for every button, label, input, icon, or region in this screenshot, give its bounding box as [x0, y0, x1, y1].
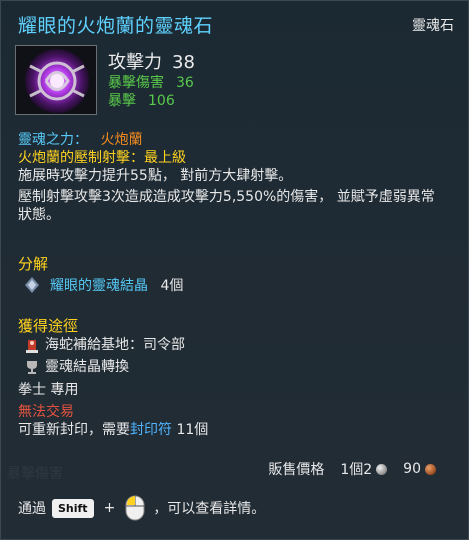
decompose-item-count: 4個 [160, 278, 184, 294]
sell-price-amount-1: 1個2 [340, 462, 373, 478]
reseal-count: 11個 [172, 422, 209, 438]
soul-desc-1: 施展時攻擊力提升55點， 對前方大肆射擊。 [18, 168, 293, 184]
class-restriction: 拳士 專用 [18, 382, 79, 398]
crit-damage-stat: 暴擊傷害 36 [108, 72, 194, 92]
sell-price-label: 販售價格 [268, 462, 325, 478]
acquire-title: 獲得途徑 [18, 317, 79, 335]
soul-desc-3: 狀態。 [18, 207, 60, 223]
background-ghost-text: 暴擊傷害 [7, 466, 63, 482]
item-type-label: 靈魂石 [412, 18, 454, 34]
soul-crystal-icon [23, 276, 41, 294]
soul-skill-line: 火炮蘭的壓制射擊：最上級 [18, 150, 186, 166]
soul-power-line: 靈魂之力： 火炮蘭 [18, 131, 142, 149]
reseal-line: 可重新封印，需要封印符 11個 [18, 421, 208, 439]
item-title: 耀眼的火炮蘭的靈魂石 [18, 15, 214, 37]
soul-power-label: 靈魂之力： [18, 132, 88, 148]
sell-price: 販售價格 1個2 90 [268, 459, 436, 479]
attack-value: 38 [172, 52, 195, 73]
hint-plus: + [103, 500, 116, 516]
trade-restriction: 無法交易 [18, 404, 74, 420]
mouse-icon [125, 495, 145, 521]
seal-charm-link[interactable]: 封印符 [130, 422, 172, 438]
copper-coin-icon [425, 463, 436, 475]
silver-coin-icon [376, 463, 388, 475]
tooltip-header: 耀眼的火炮蘭的靈魂石 靈魂石 [1, 1, 468, 37]
soul-power-name: 火炮蘭 [100, 132, 143, 148]
attack-label: 攻擊力 [108, 52, 162, 73]
hint-prefix: 通過 [18, 501, 46, 517]
crit-damage-value: 36 [176, 75, 194, 91]
decompose-item-name[interactable]: 耀眼的靈魂結晶 [50, 278, 148, 294]
crit-stat: 暴擊 106 [108, 90, 175, 110]
reseal-prefix: 可重新封印，需要 [18, 422, 130, 438]
soul-desc-2: 壓制射擊攻擊3次造成造成攻擊力5,550%的傷害， 並賦予虛弱異常 [18, 189, 435, 205]
hint-suffix: ，可以查看詳情。 [153, 501, 266, 517]
attack-stat: 攻擊力 38 [108, 48, 195, 74]
dungeon-icon [23, 337, 41, 355]
item-tooltip: 暴擊傷害 耀眼的火炮蘭的靈魂石 靈魂石 攻擊力 38 暴擊傷害 36 暴擊 10… [0, 0, 469, 540]
sell-price-amount-2: 90 [403, 461, 421, 477]
decompose-item[interactable]: 耀眼的靈魂結晶 4個 [50, 277, 183, 295]
decompose-title: 分解 [18, 255, 49, 273]
crit-value: 106 [148, 93, 175, 109]
crit-damage-label: 暴擊傷害 [108, 75, 164, 91]
crit-label: 暴擊 [108, 93, 136, 109]
soul-stone-icon [15, 45, 97, 115]
shift-key-badge: Shift [52, 498, 94, 518]
acquire-source-2: 靈魂結晶轉換 [45, 359, 129, 375]
acquire-source-1: 海蛇補給基地：司令部 [45, 337, 185, 353]
details-hint: 通過 Shift + ，可以查看詳情。 [18, 495, 265, 521]
trophy-icon [23, 358, 41, 376]
